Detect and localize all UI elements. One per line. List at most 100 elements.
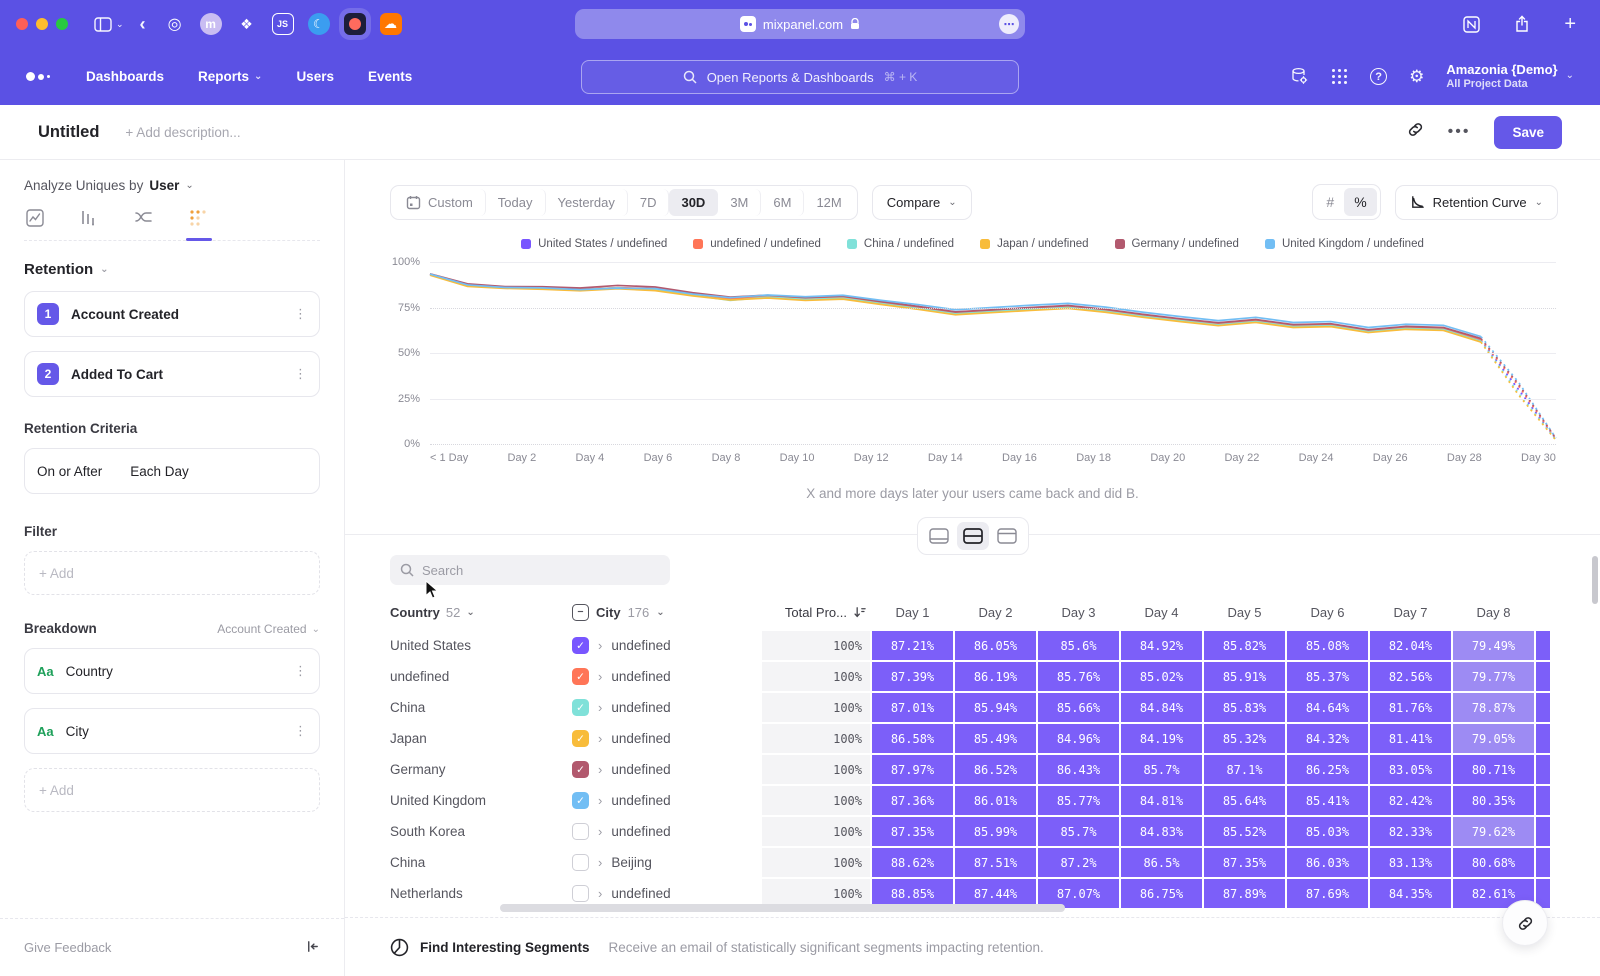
step-card-account-created[interactable]: 1 Account Created ⋮ <box>24 291 320 337</box>
retention-value-cell[interactable]: 85.7% <box>1121 755 1202 784</box>
row-checkbox[interactable] <box>572 885 589 902</box>
more-options-icon[interactable]: ••• <box>1448 123 1471 141</box>
retention-value-cell[interactable]: 79.05% <box>1453 724 1534 753</box>
column-header-day-3[interactable]: Day 3 <box>1038 599 1119 625</box>
expand-chevron-icon[interactable]: › <box>598 731 602 746</box>
settings-gear-icon[interactable]: ⚙ <box>1409 67 1424 87</box>
row-checkbox[interactable]: ✓ <box>572 699 589 716</box>
retention-value-cell[interactable]: 86.01% <box>955 786 1036 815</box>
expand-chevron-icon[interactable]: › <box>598 669 602 684</box>
retention-value-cell[interactable]: 84.84% <box>1121 693 1202 722</box>
retention-section-title[interactable]: Retention <box>24 261 93 278</box>
row-checkbox[interactable]: ✓ <box>572 637 589 654</box>
tab-funnels[interactable] <box>80 209 98 227</box>
horizontal-scrollbar[interactable] <box>500 904 1065 912</box>
retention-value-cell[interactable]: 84.32% <box>1287 724 1368 753</box>
kebab-menu-icon[interactable]: ⋮ <box>294 724 307 739</box>
zoom-window-button[interactable] <box>56 18 68 30</box>
row-city-cell[interactable]: ✓›undefined <box>572 693 760 722</box>
row-city-cell[interactable]: ✓›undefined <box>572 724 760 753</box>
row-country-label[interactable]: China <box>390 693 570 722</box>
pinned-app-icon-box[interactable]: ❖ <box>236 13 258 35</box>
row-country-label[interactable]: United Kingdom <box>390 786 570 815</box>
retention-value-cell[interactable]: 85.32% <box>1204 724 1285 753</box>
row-country-label[interactable]: Japan <box>390 724 570 753</box>
retention-value-cell[interactable]: 86.43% <box>1038 755 1119 784</box>
row-country-label[interactable]: Germany <box>390 755 570 784</box>
tab-retention[interactable] <box>189 209 207 227</box>
retention-value-cell[interactable]: 87.21% <box>872 631 953 660</box>
tab-flows[interactable] <box>134 209 153 227</box>
pinned-app-icon-record[interactable] <box>344 13 366 35</box>
column-header-country[interactable]: Country 52 ⌄ <box>390 599 570 625</box>
range-3m[interactable]: 3M <box>718 189 761 216</box>
breakdown-attribution-selector[interactable]: Account Created ⌄ <box>217 622 320 636</box>
add-filter-button[interactable]: + Add <box>24 551 320 595</box>
mixpanel-logo[interactable] <box>26 72 50 81</box>
pinned-app-icon-js[interactable]: JS <box>272 13 294 35</box>
nav-events[interactable]: Events <box>368 69 412 84</box>
report-title[interactable]: Untitled <box>38 123 99 142</box>
retention-value-cell[interactable]: 85.83% <box>1204 693 1285 722</box>
analyze-entity-selector[interactable]: User <box>149 178 179 193</box>
legend-item[interactable]: United States / undefined <box>521 238 667 250</box>
row-city-cell[interactable]: ✓›undefined <box>572 786 760 815</box>
row-city-cell[interactable]: ✓›undefined <box>572 662 760 691</box>
retention-value-cell[interactable]: 86.5% <box>1121 848 1202 877</box>
retention-value-cell[interactable]: 85.99% <box>955 817 1036 846</box>
retention-value-cell[interactable]: 85.64% <box>1204 786 1285 815</box>
kebab-menu-icon[interactable]: ⋮ <box>294 664 307 679</box>
apps-grid-icon[interactable] <box>1331 68 1348 85</box>
minimize-window-button[interactable] <box>36 18 48 30</box>
save-button[interactable]: Save <box>1494 116 1562 149</box>
breakdown-card-country[interactable]: Aa Country ⋮ <box>24 648 320 694</box>
tab-insights[interactable] <box>26 209 44 227</box>
kebab-menu-icon[interactable]: ⋮ <box>294 367 307 382</box>
retention-value-cell[interactable]: 85.08% <box>1287 631 1368 660</box>
help-icon[interactable]: ? <box>1370 68 1387 85</box>
share-icon[interactable] <box>1514 15 1530 33</box>
retention-value-cell[interactable]: 79.49% <box>1453 631 1534 660</box>
share-link-fab[interactable] <box>1502 900 1548 946</box>
data-management-icon[interactable] <box>1290 67 1309 86</box>
column-header-day-4[interactable]: Day 4 <box>1121 599 1202 625</box>
retention-value-cell[interactable]: 83.05% <box>1370 755 1451 784</box>
column-header-day-7[interactable]: Day 7 <box>1370 599 1451 625</box>
retention-value-cell[interactable]: 85.03% <box>1287 817 1368 846</box>
range-6m[interactable]: 6M <box>761 189 804 216</box>
expand-chevron-icon[interactable]: › <box>598 886 602 901</box>
retention-value-cell[interactable]: 84.19% <box>1121 724 1202 753</box>
report-description-placeholder[interactable]: + Add description... <box>125 125 240 140</box>
sidebar-toggle-icon[interactable] <box>94 17 112 32</box>
layout-chart-only-button[interactable] <box>923 522 955 550</box>
row-checkbox[interactable]: ✓ <box>572 792 589 809</box>
expand-chevron-icon[interactable]: › <box>598 824 602 839</box>
column-header-day-6[interactable]: Day 6 <box>1287 599 1368 625</box>
nav-users[interactable]: Users <box>296 69 334 84</box>
table-search-input[interactable] <box>422 563 642 578</box>
criteria-value[interactable]: Each Day <box>130 464 189 479</box>
project-switcher[interactable]: Amazonia {Demo} All Project Data ⌄ <box>1446 62 1574 92</box>
retention-value-cell[interactable]: 85.7% <box>1038 817 1119 846</box>
retention-value-cell[interactable]: 86.58% <box>872 724 953 753</box>
column-header-day-1[interactable]: Day 1 <box>872 599 953 625</box>
row-country-label[interactable]: South Korea <box>390 817 570 846</box>
row-checkbox[interactable]: ✓ <box>572 761 589 778</box>
retention-value-cell[interactable]: 86.75% <box>1121 879 1202 908</box>
pinned-app-icon-m[interactable]: m <box>200 13 222 35</box>
copy-link-icon[interactable] <box>1407 121 1424 143</box>
pinned-app-icon-cloud[interactable]: ☁ <box>380 13 402 35</box>
expand-chevron-icon[interactable]: › <box>598 793 602 808</box>
breakdown-card-city[interactable]: Aa City ⋮ <box>24 708 320 754</box>
retention-value-cell[interactable]: 79.62% <box>1453 817 1534 846</box>
kebab-menu-icon[interactable]: ⋮ <box>294 307 307 322</box>
retention-value-cell[interactable]: 87.35% <box>1204 848 1285 877</box>
retention-value-cell[interactable]: 86.03% <box>1287 848 1368 877</box>
retention-value-cell[interactable]: 87.89% <box>1204 879 1285 908</box>
range-custom[interactable]: Custom <box>394 189 486 216</box>
row-checkbox[interactable]: ✓ <box>572 730 589 747</box>
global-search[interactable]: Open Reports & Dashboards ⌘ + K <box>581 60 1019 94</box>
retention-chart[interactable]: 100%75%50%25%0% < 1 DayDay 2Day 4Day 6Da… <box>390 258 1558 470</box>
column-header-day-8[interactable]: Day 8 <box>1453 599 1534 625</box>
retention-value-cell[interactable]: 80.68% <box>1453 848 1534 877</box>
